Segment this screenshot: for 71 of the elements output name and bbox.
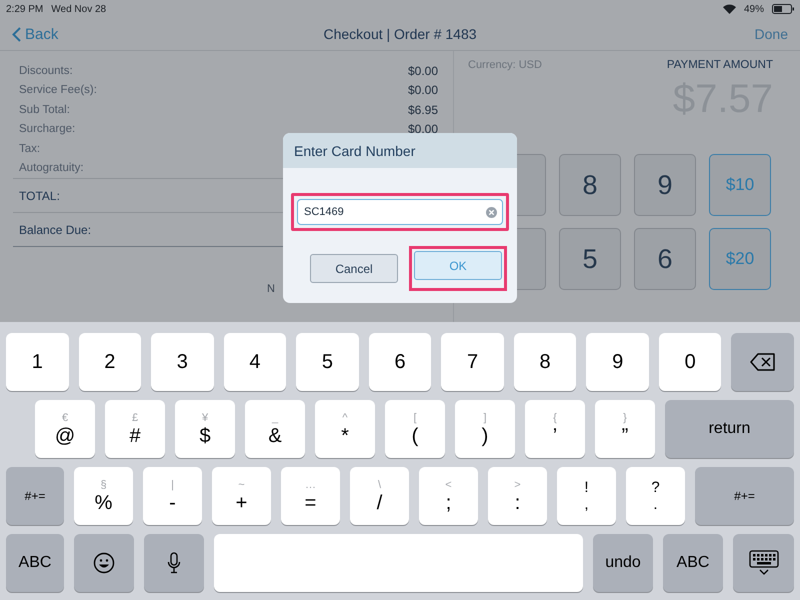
key[interactable]: ¥ $ (175, 400, 235, 458)
key[interactable]: ABC (663, 534, 723, 592)
summary-label: Service Fee(s): (19, 84, 97, 96)
summary-label: Sub Total: (19, 104, 70, 116)
key[interactable]: | - (143, 467, 202, 525)
key[interactable]: < ; (419, 467, 478, 525)
summary-value: $0.00 (408, 83, 438, 98)
key[interactable]: 9 (586, 333, 649, 391)
summary-label: Surcharge: (19, 123, 76, 136)
summary-label: TOTAL: (19, 188, 60, 202)
key[interactable]: return (665, 400, 794, 458)
key[interactable]: … = (281, 467, 340, 525)
note-text: N (267, 283, 275, 295)
battery-percent: 49% (744, 4, 764, 14)
summary-value: $0.00 (408, 64, 438, 78)
key[interactable]: ~ + (212, 467, 271, 525)
keypad-key[interactable]: 8 (559, 154, 621, 216)
key[interactable]: 1 (6, 333, 69, 391)
dictation-key[interactable] (144, 534, 204, 592)
key[interactable]: ] ) (455, 400, 515, 458)
currency-label: Currency: USD (468, 59, 542, 71)
payment-heading: PAYMENT AMOUNT (666, 59, 773, 71)
key[interactable]: 2 (78, 333, 142, 391)
chevron-icon (12, 26, 21, 42)
clear-icon[interactable] (486, 206, 497, 218)
key[interactable]: undo (593, 534, 653, 592)
key[interactable]: § % (74, 467, 133, 525)
key[interactable]: \ / (350, 467, 409, 525)
nav-title: Checkout | Order # 1483 (322, 26, 478, 42)
key[interactable]: > : (488, 467, 547, 525)
hide-keyboard-key[interactable] (733, 534, 794, 592)
summary-label: Tax: (19, 142, 40, 155)
key[interactable]: } ” (595, 400, 655, 458)
keyboard-icon (748, 550, 778, 576)
key[interactable]: £ # (105, 400, 165, 458)
key[interactable]: 8 (514, 333, 576, 391)
key[interactable]: #+= (6, 467, 64, 525)
key[interactable]: ? . (626, 467, 685, 525)
backspace-key[interactable] (731, 333, 794, 391)
key[interactable]: ABC (6, 534, 64, 592)
summary-label: Discounts: (19, 64, 73, 77)
key[interactable]: ! , (557, 467, 616, 525)
battery-icon (772, 4, 794, 14)
emoji-icon (93, 552, 115, 574)
summary-label: Autogratuity: (19, 162, 84, 174)
dialog-title: Enter Card Number (283, 133, 517, 168)
microphone-icon (167, 552, 181, 574)
cancel-button[interactable]: Cancel (310, 254, 398, 283)
key[interactable]: _ & (245, 400, 305, 458)
wifi-icon (722, 4, 736, 14)
key[interactable]: #+= (695, 467, 794, 525)
summary-label: Balance Due: (19, 222, 92, 236)
status-date: Wed Nov 28 (51, 4, 106, 14)
key[interactable]: ^ * (315, 400, 375, 458)
emoji-key[interactable] (74, 534, 134, 592)
keypad-key[interactable]: 9 (634, 154, 696, 216)
key[interactable]: 6 (368, 333, 432, 391)
key[interactable]: [ ( (385, 400, 445, 458)
key[interactable]: € @ (35, 400, 95, 458)
key[interactable]: 0 (658, 333, 722, 391)
keypad-key[interactable]: 5 (559, 228, 621, 290)
key[interactable]: 3 (151, 333, 214, 391)
key[interactable]: 4 (224, 333, 286, 391)
key[interactable]: 5 (296, 333, 359, 391)
keypad-key[interactable]: 6 (634, 228, 696, 290)
status-time: 2:29 PM (6, 4, 44, 14)
key[interactable]: { ’ (525, 400, 585, 458)
backspace-icon (750, 353, 776, 371)
card-number-field[interactable]: SC1469 (297, 199, 503, 225)
key[interactable]: 7 (441, 333, 504, 391)
summary-value: $6.95 (408, 102, 438, 117)
